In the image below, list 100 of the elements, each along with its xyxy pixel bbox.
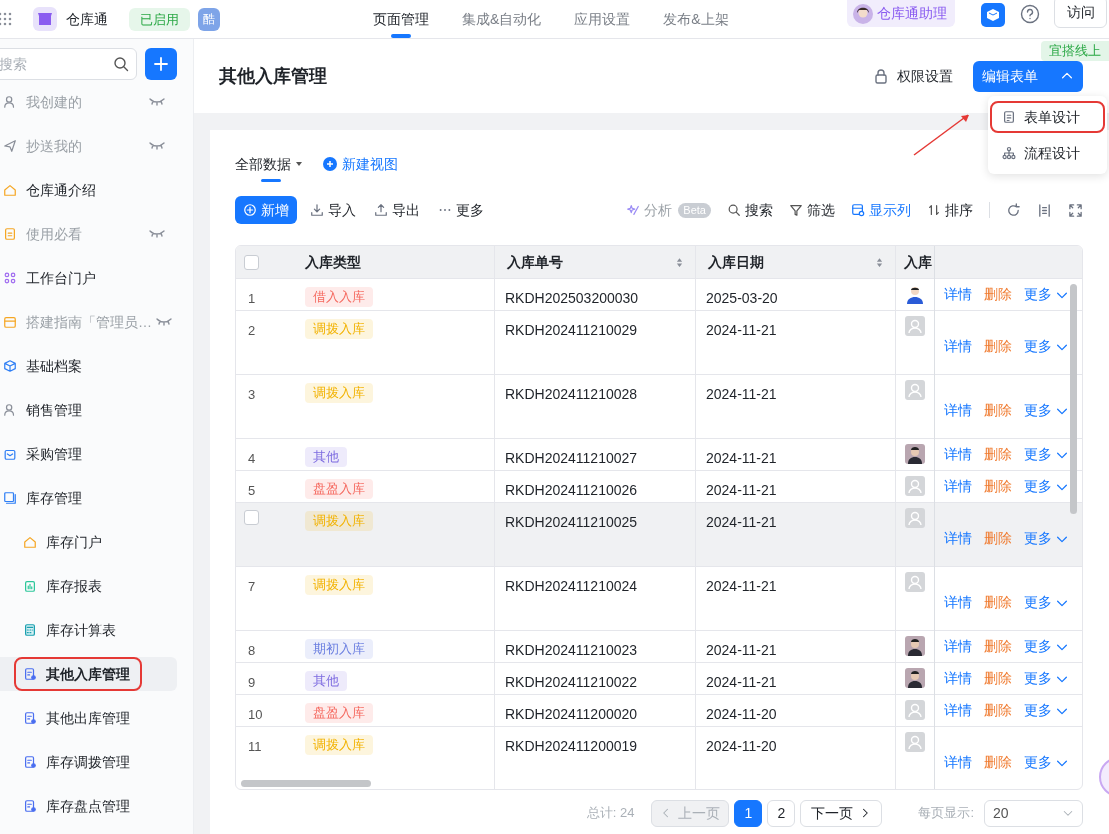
row-action[interactable]: 删除: [984, 336, 1012, 357]
row-action[interactable]: 删除: [984, 636, 1012, 657]
sidebar-item[interactable]: 基础档案: [0, 349, 177, 383]
nav-tab[interactable]: 集成&自动化: [462, 0, 542, 38]
sidebar-item[interactable]: 工作台门户: [0, 261, 177, 295]
table-row[interactable]: 2 调拨入库 RKDH202411210029 2024-11-21: [236, 311, 934, 375]
row-action[interactable]: 删除: [984, 284, 1012, 305]
row-action[interactable]: 详情: [944, 400, 972, 421]
row-action[interactable]: 详情: [944, 336, 972, 357]
table-row[interactable]: 1 借入入库 RKDH202503200030 2025-03-20: [236, 279, 934, 311]
row-action[interactable]: 删除: [984, 400, 1012, 421]
page-size-select[interactable]: 20: [984, 799, 1083, 827]
table-row[interactable]: 7 调拨入库 RKDH202411210024 2024-11-21: [236, 567, 934, 631]
row-action[interactable]: 更多: [1024, 592, 1069, 613]
edit-form-button[interactable]: 编辑表单: [973, 60, 1083, 92]
row-action[interactable]: 更多: [1024, 636, 1069, 657]
sidebar-item[interactable]: 库存管理: [0, 481, 177, 515]
sidebar-item[interactable]: 其他出库管理: [0, 701, 177, 735]
app-icon[interactable]: [981, 3, 1005, 27]
sidebar-item[interactable]: 库存门户: [0, 525, 177, 559]
item-label: 库存盘点管理: [46, 796, 130, 816]
row-action[interactable]: 更多: [1024, 400, 1069, 421]
menu-item[interactable]: 表单设计: [990, 101, 1105, 133]
row-action[interactable]: 详情: [944, 636, 972, 657]
table-row[interactable]: 3 调拨入库 RKDH202411210028 2024-11-21: [236, 375, 934, 439]
row-action[interactable]: 详情: [944, 476, 972, 497]
row-action[interactable]: 删除: [984, 752, 1012, 773]
visit-button[interactable]: 访问: [1054, 0, 1107, 28]
table-row[interactable]: 4 其他 RKDH202411210027 2024-11-21: [236, 439, 934, 471]
row-action[interactable]: 更多: [1024, 284, 1069, 305]
type-tag: 调拨入库: [305, 511, 373, 531]
row-action[interactable]: 更多: [1024, 700, 1069, 721]
item-icon: [3, 447, 17, 461]
row-action[interactable]: 更多: [1024, 444, 1069, 465]
row-action[interactable]: 更多: [1024, 336, 1069, 357]
row-action[interactable]: 删除: [984, 592, 1012, 613]
toolbar-button[interactable]: 更多: [438, 196, 484, 224]
table-row[interactable]: 调拨入库 RKDH202411210025 2024-11-21: [236, 503, 934, 567]
row-action[interactable]: 详情: [944, 528, 972, 549]
add-button[interactable]: [145, 48, 177, 80]
page-button[interactable]: 2: [767, 799, 796, 827]
scrollbar[interactable]: [1070, 284, 1077, 514]
table-row[interactable]: 8 期初入库 RKDH202411210023 2024-11-21: [236, 631, 934, 663]
sidebar-item[interactable]: 库存报表: [0, 569, 177, 603]
checkbox[interactable]: [244, 510, 259, 525]
sidebar-item[interactable]: 抄送我的: [0, 129, 177, 163]
type-tag: 调拨入库: [305, 575, 373, 595]
row-action[interactable]: 详情: [944, 444, 972, 465]
sidebar-item[interactable]: 采购管理: [0, 437, 177, 471]
sidebar-item[interactable]: 仓库通介绍: [0, 173, 177, 207]
nav-tab[interactable]: 应用设置: [574, 0, 631, 38]
toolbar-button[interactable]: 搜索: [727, 199, 773, 221]
sort-icon[interactable]: [676, 256, 683, 268]
sidebar-item[interactable]: 库存调拨管理: [0, 745, 177, 779]
row-action[interactable]: 删除: [984, 700, 1012, 721]
next-page-button[interactable]: 下一页: [800, 799, 883, 827]
scrollbar[interactable]: [241, 780, 371, 787]
sort-icon[interactable]: [876, 256, 883, 268]
row-action[interactable]: 更多: [1024, 476, 1069, 497]
row-action[interactable]: 删除: [984, 528, 1012, 549]
nav-tab[interactable]: 发布&上架: [663, 0, 729, 38]
item-label: 基础档案: [26, 356, 82, 376]
row-action[interactable]: 更多: [1024, 668, 1069, 689]
sidebar-item[interactable]: 销售管理: [0, 393, 177, 427]
checkbox[interactable]: [244, 254, 259, 270]
sidebar-item[interactable]: 我创建的: [0, 85, 177, 119]
row-number: 4: [248, 451, 256, 466]
floating-button[interactable]: [1097, 757, 1109, 797]
nav-tab[interactable]: 页面管理: [373, 0, 429, 38]
sidebar-item[interactable]: 库存计算表: [0, 613, 177, 647]
row-action[interactable]: 详情: [944, 592, 972, 613]
row-action[interactable]: 详情: [944, 752, 972, 773]
sidebar-item[interactable]: 搭建指南「管理员…: [0, 305, 177, 339]
table-cell: 2024-11-21: [706, 674, 777, 690]
assistant-button[interactable]: 仓库通助理: [847, 0, 955, 27]
row-action[interactable]: 删除: [984, 668, 1012, 689]
toolbar-button[interactable]: 导出: [374, 196, 420, 224]
toolbar-button[interactable]: 显示列: [851, 199, 911, 221]
toolbar-button[interactable]: 导入: [310, 196, 356, 224]
toolbar-button[interactable]: 筛选: [789, 199, 835, 221]
row-action[interactable]: 删除: [984, 476, 1012, 497]
row-action[interactable]: 更多: [1024, 752, 1069, 773]
row-action[interactable]: 删除: [984, 444, 1012, 465]
row-action[interactable]: 详情: [944, 700, 972, 721]
sidebar-item[interactable]: 其他入库管理: [0, 657, 177, 691]
sidebar-item[interactable]: 库存盘点管理: [0, 789, 177, 823]
page-button[interactable]: 1: [734, 799, 763, 827]
table-row[interactable]: 9 其他 RKDH202411210022 2024-11-21: [236, 663, 934, 695]
permission-button[interactable]: 权限设置: [873, 65, 953, 87]
row-action[interactable]: 详情: [944, 668, 972, 689]
row-action[interactable]: 更多: [1024, 528, 1069, 549]
view-tab[interactable]: 全部数据: [235, 148, 303, 180]
toolbar-button[interactable]: 排序: [927, 199, 973, 221]
column-header: 入库单号: [507, 252, 563, 272]
sidebar-item[interactable]: 使用必看: [0, 217, 177, 251]
menu-item[interactable]: 流程设计: [990, 137, 1105, 169]
new-view-link[interactable]: 新建视图: [323, 153, 398, 175]
row-action[interactable]: 详情: [944, 284, 972, 305]
table-row[interactable]: 10 盘盈入库 RKDH202411200020 2024-11-20: [236, 695, 934, 727]
toolbar-button[interactable]: 新增: [235, 196, 297, 224]
